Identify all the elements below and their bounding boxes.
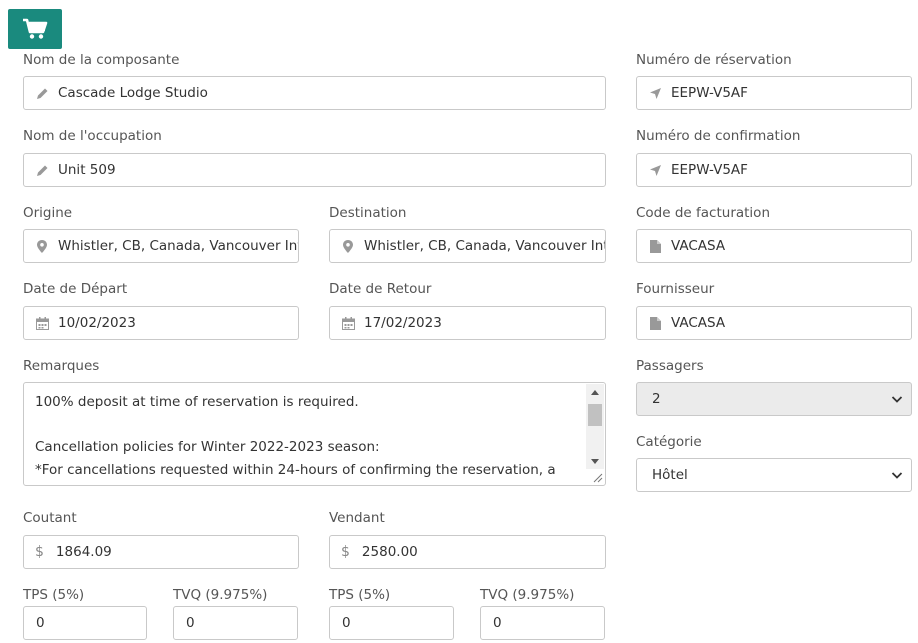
return-date-input[interactable]: 17/02/2023 — [329, 306, 606, 340]
component-name-label: Nom de la composante — [23, 52, 180, 68]
tvq-sell-input[interactable]: 0 — [480, 606, 605, 640]
origin-value: Whistler, CB, Canada, Vancouver Inte — [58, 238, 298, 254]
passengers-select[interactable]: 2 — [636, 382, 912, 416]
calendar-icon — [341, 316, 355, 330]
shopping-cart-icon — [23, 18, 48, 39]
departure-date-label: Date de Départ — [23, 281, 128, 297]
supplier-value: VACASA — [671, 315, 726, 331]
tps-sell-input[interactable]: 0 — [329, 606, 454, 640]
remarks-textarea[interactable]: 100% deposit at time of reservation is r… — [23, 382, 606, 486]
selling-value: 2580.00 — [361, 544, 418, 560]
category-select[interactable]: Hôtel — [636, 458, 912, 492]
destination-value: Whistler, CB, Canada, Vancouver Inte — [364, 238, 605, 254]
origin-label: Origine — [23, 205, 73, 221]
component-name-input[interactable]: Cascade Lodge Studio — [23, 76, 606, 110]
passengers-value: 2 — [652, 391, 661, 407]
pencil-icon — [35, 86, 49, 100]
confirmation-number-label: Numéro de confirmation — [636, 128, 801, 144]
dollar-icon: $ — [341, 544, 350, 560]
tvq-cost-input[interactable]: 0 — [173, 606, 298, 640]
tvq-sell-value: 0 — [493, 615, 502, 631]
pencil-icon — [35, 163, 49, 177]
map-marker-icon — [341, 239, 355, 253]
occupation-name-value: Unit 509 — [58, 162, 116, 178]
destination-label: Destination — [329, 205, 407, 221]
supplier-input[interactable]: VACASA — [636, 306, 912, 340]
departure-date-input[interactable]: 10/02/2023 — [23, 306, 299, 340]
tvq-cost-label: TVQ (9.975%) — [173, 587, 268, 603]
passengers-label: Passagers — [636, 358, 704, 374]
departure-date-value: 10/02/2023 — [58, 315, 136, 331]
calendar-icon — [35, 316, 49, 330]
tps-sell-label: TPS (5%) — [329, 587, 391, 603]
reservation-number-input[interactable]: EEPW-V5AF — [636, 76, 912, 110]
scrollbar-thumb[interactable] — [588, 404, 602, 426]
file-icon — [648, 239, 662, 253]
location-arrow-icon — [648, 163, 662, 177]
file-icon — [648, 316, 662, 330]
cost-label: Coutant — [23, 510, 77, 526]
billing-code-value: VACASA — [671, 238, 726, 254]
cart-button[interactable] — [8, 9, 62, 49]
map-marker-icon — [35, 239, 49, 253]
resize-handle-icon[interactable] — [593, 473, 603, 483]
confirmation-number-value: EEPW-V5AF — [671, 162, 748, 178]
destination-input[interactable]: Whistler, CB, Canada, Vancouver Inte — [329, 229, 606, 263]
cost-input[interactable]: $ 1864.09 — [23, 535, 299, 569]
remarks-scrollbar[interactable] — [586, 384, 604, 469]
occupation-name-input[interactable]: Unit 509 — [23, 153, 606, 187]
location-arrow-icon — [648, 86, 662, 100]
selling-input[interactable]: $ 2580.00 — [329, 535, 606, 569]
selling-label: Vendant — [329, 510, 385, 526]
chevron-down-icon — [891, 396, 903, 403]
tvq-sell-label: TVQ (9.975%) — [480, 587, 575, 603]
tvq-cost-value: 0 — [186, 615, 195, 631]
category-label: Catégorie — [636, 434, 702, 450]
tps-cost-value: 0 — [36, 615, 45, 631]
cost-value: 1864.09 — [55, 544, 112, 560]
remarks-value: 100% deposit at time of reservation is r… — [35, 394, 556, 485]
tps-cost-label: TPS (5%) — [23, 587, 85, 603]
chevron-down-icon — [891, 472, 903, 479]
component-name-value: Cascade Lodge Studio — [58, 85, 208, 101]
billing-code-label: Code de facturation — [636, 205, 770, 221]
return-date-value: 17/02/2023 — [364, 315, 442, 331]
supplier-label: Fournisseur — [636, 281, 715, 297]
origin-input[interactable]: Whistler, CB, Canada, Vancouver Inte — [23, 229, 299, 263]
return-date-label: Date de Retour — [329, 281, 432, 297]
dollar-icon: $ — [35, 544, 44, 560]
remarks-label: Remarques — [23, 358, 100, 374]
confirmation-number-input[interactable]: EEPW-V5AF — [636, 153, 912, 187]
tps-sell-value: 0 — [342, 615, 351, 631]
scroll-down-arrow-icon[interactable] — [586, 453, 604, 469]
scroll-up-arrow-icon[interactable] — [586, 384, 604, 400]
occupation-name-label: Nom de l'occupation — [23, 128, 162, 144]
billing-code-input[interactable]: VACASA — [636, 229, 912, 263]
tps-cost-input[interactable]: 0 — [23, 606, 147, 640]
category-value: Hôtel — [652, 467, 688, 483]
reservation-number-label: Numéro de réservation — [636, 52, 792, 68]
reservation-number-value: EEPW-V5AF — [671, 85, 748, 101]
